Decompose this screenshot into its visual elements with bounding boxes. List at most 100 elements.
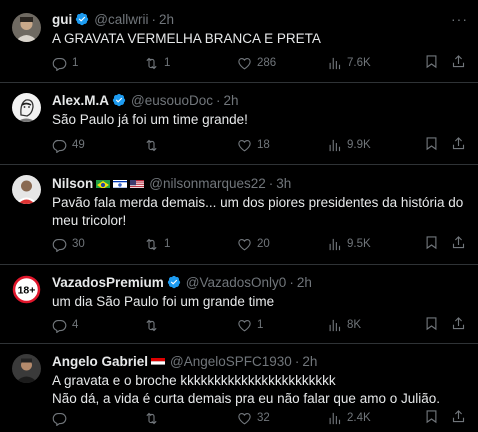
retweet-button[interactable] bbox=[144, 318, 164, 333]
reply-button[interactable] bbox=[52, 411, 72, 426]
view-count: 2.4K bbox=[347, 412, 371, 424]
separator-dot: · bbox=[216, 92, 221, 108]
retweet-count: 1 bbox=[164, 57, 171, 69]
views-button[interactable]: 7.6K bbox=[327, 56, 371, 71]
views-button[interactable]: 2.4K bbox=[327, 411, 371, 426]
retweet-button[interactable]: 1 bbox=[144, 56, 170, 71]
tweet[interactable]: 18+ VazadosPremium @VazadosOnly0 · 2h um… bbox=[0, 265, 478, 344]
reply-button[interactable]: 4 bbox=[52, 318, 78, 333]
reply-button[interactable]: 1 bbox=[52, 56, 78, 71]
tweet-time[interactable]: 2h bbox=[297, 275, 312, 290]
reply-count: 1 bbox=[72, 57, 79, 69]
tweet-text: A gravata e o broche kkkkkkkkkkkkkkkkkkk… bbox=[52, 373, 440, 406]
brazil-flag-icon bbox=[96, 178, 111, 188]
reply-button[interactable]: 49 bbox=[52, 138, 85, 153]
timeline-feed: gui @callwrii · 2h ··· A GRAVATA VERMELH… bbox=[0, 0, 478, 432]
bookmark-button[interactable] bbox=[424, 235, 439, 253]
share-icon bbox=[452, 317, 465, 330]
tweet-actions: 1 1 286 7.6K bbox=[52, 54, 466, 72]
retweet-icon bbox=[146, 412, 157, 424]
tweet[interactable]: gui @callwrii · 2h ··· A GRAVATA VERMELH… bbox=[0, 0, 478, 83]
verified-badge-icon bbox=[112, 93, 126, 107]
tweet-time[interactable]: 2h bbox=[159, 12, 174, 27]
like-count: 286 bbox=[257, 57, 277, 69]
separator-dot: · bbox=[151, 11, 156, 27]
bookmark-button[interactable] bbox=[424, 136, 439, 154]
tweet-header: Nilson @nilsonmarques22 · 3h bbox=[52, 174, 466, 192]
share-button[interactable] bbox=[451, 409, 466, 427]
retweet-button[interactable]: 1 bbox=[144, 237, 170, 252]
tweet[interactable]: Alex.M.A @eusouoDoc · 2h São Paulo já fo… bbox=[0, 83, 478, 165]
like-button[interactable]: 32 bbox=[237, 411, 270, 426]
retweet-button[interactable] bbox=[144, 138, 164, 153]
avatar[interactable] bbox=[12, 175, 41, 204]
author-name[interactable]: gui bbox=[52, 12, 72, 27]
retweet-icon bbox=[146, 139, 157, 151]
author-name[interactable]: VazadosPremium bbox=[52, 275, 164, 290]
like-count: 18 bbox=[257, 139, 270, 151]
avatar[interactable] bbox=[12, 13, 41, 42]
views-button[interactable]: 9.9K bbox=[327, 138, 371, 153]
author-handle[interactable]: @VazadosOnly0 bbox=[186, 275, 287, 290]
avatar[interactable]: 18+ bbox=[12, 275, 41, 304]
retweet-icon bbox=[146, 57, 157, 69]
author-handle[interactable]: @eusouoDoc bbox=[131, 93, 213, 108]
retweet-button[interactable] bbox=[144, 411, 164, 426]
avatar[interactable] bbox=[12, 354, 41, 383]
retweet-icon bbox=[146, 319, 157, 331]
bar-chart-icon bbox=[329, 319, 341, 331]
tweet-time[interactable]: 2h bbox=[224, 93, 239, 108]
share-button[interactable] bbox=[451, 235, 466, 253]
reply-button[interactable]: 30 bbox=[52, 237, 85, 252]
reply-icon bbox=[52, 238, 67, 252]
view-count: 8K bbox=[347, 319, 362, 331]
verified-badge-icon bbox=[76, 12, 89, 26]
tweet[interactable]: Nilson @nilsonmarques22 · 3h Pavão fala … bbox=[0, 165, 478, 265]
reply-count: 49 bbox=[72, 139, 85, 151]
tweet[interactable]: Angelo Gabriel @AngeloSPFC1930 · 2h A gr… bbox=[0, 344, 478, 432]
author-handle[interactable]: @nilsonmarques22 bbox=[149, 176, 266, 191]
reply-icon bbox=[52, 57, 67, 71]
like-button[interactable]: 20 bbox=[237, 237, 270, 252]
like-button[interactable]: 286 bbox=[237, 56, 276, 71]
avatar[interactable] bbox=[12, 93, 41, 122]
tweet-time[interactable]: 2h bbox=[302, 354, 317, 369]
bookmark-icon bbox=[426, 410, 437, 424]
views-button[interactable]: 9.5K bbox=[327, 237, 371, 252]
author-name[interactable]: Angelo Gabriel bbox=[52, 354, 148, 369]
bar-chart-icon bbox=[329, 139, 341, 151]
verified-badge-icon bbox=[167, 275, 180, 289]
tweet-header: Angelo Gabriel @AngeloSPFC1930 · 2h bbox=[52, 352, 466, 370]
tweet-text: A GRAVATA VERMELHA BRANCA E PRETA bbox=[52, 31, 321, 46]
author-handle[interactable]: @AngeloSPFC1930 bbox=[170, 354, 292, 369]
retweet-count: 1 bbox=[164, 238, 171, 250]
bookmark-button[interactable] bbox=[424, 316, 439, 334]
share-button[interactable] bbox=[451, 316, 466, 334]
bookmark-button[interactable] bbox=[424, 54, 439, 72]
share-button[interactable] bbox=[451, 136, 466, 154]
usa-flag-icon bbox=[130, 178, 145, 188]
view-count: 7.6K bbox=[347, 57, 371, 69]
reply-icon bbox=[52, 139, 67, 153]
views-button[interactable]: 8K bbox=[327, 318, 361, 333]
author-name[interactable]: Alex.M.A bbox=[52, 93, 109, 108]
tweet-header: VazadosPremium @VazadosOnly0 · 2h bbox=[52, 273, 466, 291]
view-count: 9.9K bbox=[347, 139, 371, 151]
share-icon bbox=[452, 137, 465, 150]
share-icon bbox=[452, 410, 465, 423]
share-button[interactable] bbox=[451, 54, 466, 72]
like-count: 20 bbox=[257, 238, 270, 250]
bookmark-button[interactable] bbox=[424, 409, 439, 427]
tweet-header: Alex.M.A @eusouoDoc · 2h bbox=[52, 91, 466, 109]
reply-icon bbox=[52, 412, 67, 426]
more-options-icon[interactable]: ··· bbox=[451, 11, 468, 27]
like-button[interactable]: 18 bbox=[237, 138, 270, 153]
author-handle[interactable]: @callwrii bbox=[94, 12, 148, 27]
like-button[interactable]: 1 bbox=[237, 318, 263, 333]
reply-icon bbox=[52, 319, 67, 333]
separator-dot: · bbox=[294, 353, 300, 369]
heart-icon bbox=[238, 238, 251, 250]
retweet-icon bbox=[146, 238, 157, 250]
author-name[interactable]: Nilson bbox=[52, 176, 93, 191]
tweet-time[interactable]: 3h bbox=[276, 176, 291, 191]
